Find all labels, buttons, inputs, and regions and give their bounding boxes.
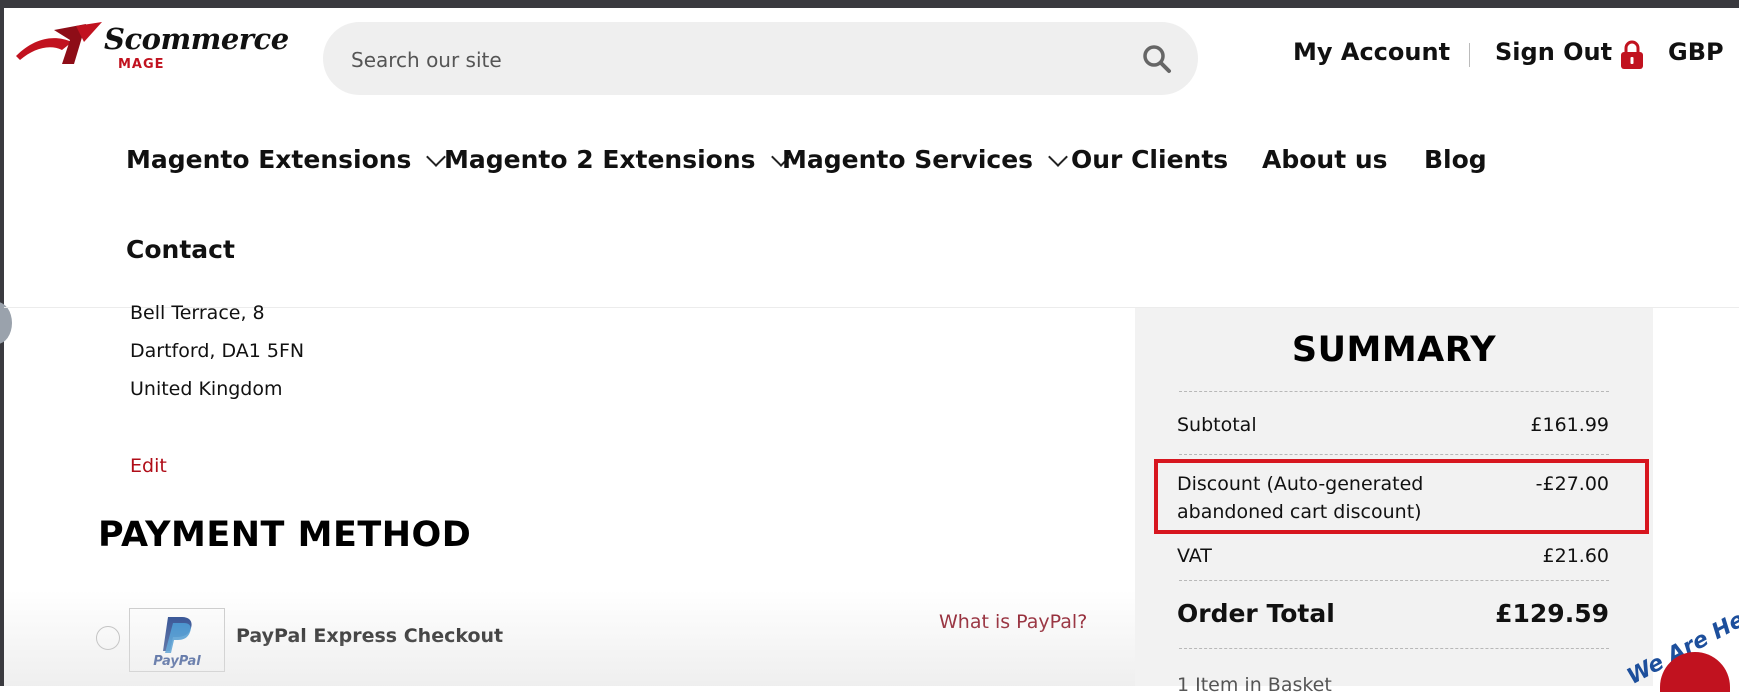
nav-about-us[interactable]: About us: [1262, 145, 1388, 174]
summary-divider: [1179, 391, 1609, 392]
search-icon[interactable]: [1142, 44, 1172, 74]
browser-top-bar: [0, 0, 1739, 8]
search-input[interactable]: [349, 40, 1133, 80]
site-logo[interactable]: Scommerce MAGE: [14, 20, 289, 72]
lock-icon[interactable]: [1620, 40, 1644, 70]
logo-swoosh-icon: [16, 22, 102, 64]
nav-label: Our Clients: [1071, 145, 1229, 174]
nav-magento-services[interactable]: Magento Services: [782, 145, 1068, 174]
chevron-down-icon: [1048, 146, 1068, 167]
nav-label: Blog: [1424, 145, 1487, 174]
address-line: United Kingdom: [130, 378, 283, 400]
paypal-logo: PayPal: [129, 608, 225, 672]
subtotal-value: £161.99: [1530, 414, 1609, 436]
paypal-icon: PayPal: [153, 617, 201, 669]
scroll-handle[interactable]: [0, 302, 12, 344]
paypal-logo-text: PayPal: [153, 654, 201, 669]
logo-sub: MAGE: [118, 57, 165, 72]
summary-title: SUMMARY: [1291, 330, 1497, 370]
paypal-option-label: PayPal Express Checkout: [236, 625, 504, 647]
nav-contact[interactable]: Contact: [126, 235, 235, 264]
address-line: Bell Terrace, 8: [130, 302, 265, 324]
vat-value: £21.60: [1542, 545, 1609, 567]
nav-magento-2-extensions[interactable]: Magento 2 Extensions: [444, 145, 791, 174]
nav-label: Contact: [126, 235, 235, 264]
summary-divider: [1179, 580, 1609, 581]
discount-highlight-box: [1154, 459, 1649, 534]
paypal-radio[interactable]: [96, 626, 120, 650]
nav-our-clients[interactable]: Our Clients: [1071, 145, 1228, 174]
edit-address-link[interactable]: Edit: [130, 455, 167, 477]
summary-divider: [1179, 648, 1609, 649]
subtotal-label: Subtotal: [1177, 414, 1257, 436]
order-total-label: Order Total: [1177, 599, 1335, 628]
nav-label: About us: [1262, 145, 1388, 174]
search-bar: [323, 22, 1198, 95]
nav-label: Magento 2 Extensions: [444, 145, 756, 174]
sign-out-link[interactable]: Sign Out: [1495, 38, 1612, 66]
summary-divider: [1179, 454, 1609, 455]
nav-label: Magento Extensions: [126, 145, 412, 174]
address-line: Dartford, DA1 5FN: [130, 340, 305, 362]
payment-method-heading: PAYMENT METHOD: [98, 515, 472, 555]
what-is-paypal-link[interactable]: What is PayPal?: [939, 611, 1087, 633]
nav-magento-extensions[interactable]: Magento Extensions: [126, 145, 447, 174]
order-total-value: £129.59: [1495, 599, 1609, 628]
vat-label: VAT: [1177, 545, 1212, 567]
nav-blog[interactable]: Blog: [1424, 145, 1487, 174]
basket-count[interactable]: 1 Item in Basket: [1177, 674, 1332, 696]
my-account-link[interactable]: My Account: [1293, 38, 1450, 66]
logo-brand: Scommerce: [104, 22, 289, 56]
currency-selector[interactable]: GBP: [1668, 38, 1724, 66]
nav-label: Magento Services: [782, 145, 1034, 174]
window-frame: [0, 8, 4, 686]
header-divider: [1469, 43, 1470, 67]
